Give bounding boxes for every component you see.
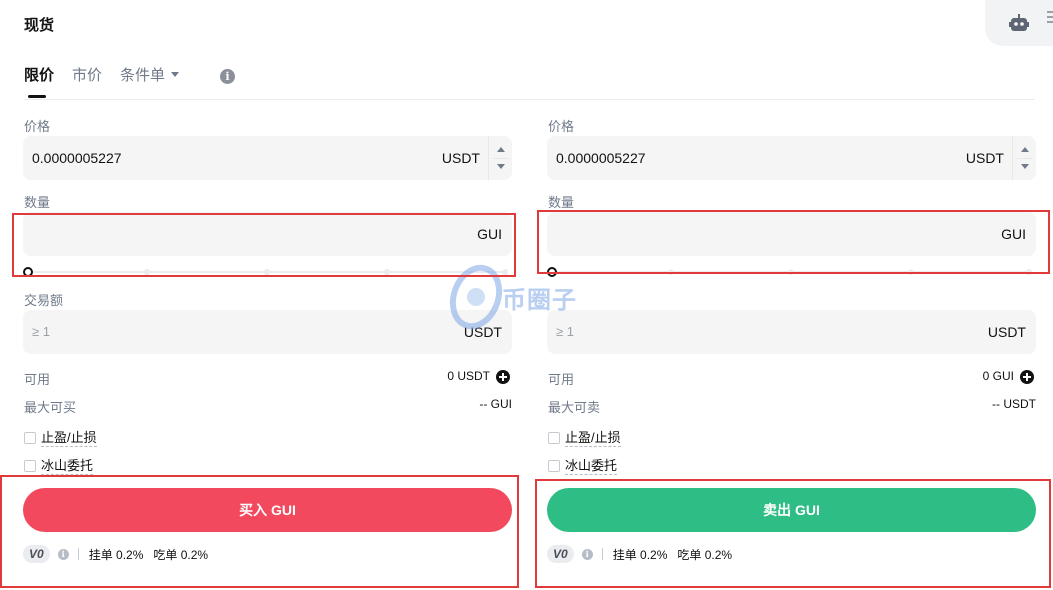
increment-arrow-icon[interactable]: [1021, 147, 1029, 152]
sell-total-placeholder: ≥ 1: [556, 324, 574, 339]
sell-max-row: 最大可卖 -- USDT: [547, 397, 1036, 415]
fee-divider: [601, 548, 603, 560]
buy-form: 价格 0.0000005227 USDT 数量 GUI 交易额 ≥ 1 USDT: [23, 100, 512, 590]
sell-form: 价格 0.0000005227 USDT 数量 GUI ≥ 1 USDT 可用 …: [547, 100, 1036, 590]
sell-amount-input[interactable]: GUI: [547, 212, 1036, 256]
buy-available-label: 可用: [24, 372, 51, 387]
buy-max-label: 最大可买: [24, 400, 77, 415]
vip-level-badge[interactable]: V0: [23, 545, 50, 563]
sell-price-input[interactable]: 0.0000005227 USDT: [547, 136, 1036, 180]
slider-mark-50[interactable]: [264, 269, 270, 275]
header-tools: [985, 0, 1053, 46]
buy-available-value: 0 USDT: [447, 369, 490, 383]
slider-mark-75[interactable]: [384, 269, 390, 275]
sell-price-label: 价格: [548, 119, 575, 134]
plus-circle-icon[interactable]: [496, 370, 510, 384]
buy-iceberg-option[interactable]: 冰山委托: [24, 457, 94, 475]
buy-tpsl-label: 止盈/止损: [41, 429, 97, 447]
buy-amount-unit: GUI: [477, 226, 502, 242]
slider-mark-50[interactable]: [788, 269, 794, 275]
sell-button[interactable]: 卖出 GUI: [547, 488, 1036, 532]
sell-total-input[interactable]: ≥ 1 USDT: [547, 310, 1036, 354]
panel-title: 现货: [24, 17, 55, 34]
buy-button[interactable]: 买入 GUI: [23, 488, 512, 532]
buy-tpsl-option[interactable]: 止盈/止损: [24, 429, 97, 447]
sell-available-value: 0 GUI: [982, 369, 1014, 383]
stepper-divider: [493, 158, 509, 159]
sell-available-label: 可用: [548, 372, 575, 387]
tab-conditional-label: 条件单: [120, 67, 166, 84]
buy-iceberg-label: 冰山委托: [41, 457, 94, 475]
buy-total-label: 交易额: [24, 293, 64, 308]
buy-iceberg-checkbox[interactable]: [24, 460, 36, 472]
info-icon[interactable]: i: [220, 69, 235, 84]
chevron-down-icon: [171, 72, 180, 77]
slider-handle[interactable]: [547, 267, 557, 277]
spot-trading-panel: 现货 限价 市价 条件单 i 价格 0.0000005227 USDT 数量 G…: [0, 0, 1053, 590]
buy-price-value: 0.0000005227: [32, 150, 122, 166]
buy-price-label: 价格: [24, 119, 51, 134]
sell-tpsl-option[interactable]: 止盈/止损: [548, 429, 621, 447]
sell-amount-label: 数量: [548, 195, 575, 210]
sell-amount-unit: GUI: [1001, 226, 1026, 242]
sell-amount-slider[interactable]: [547, 266, 1036, 278]
decrement-arrow-icon[interactable]: [1021, 164, 1029, 169]
slider-mark-25[interactable]: [668, 269, 674, 275]
stepper-divider: [1017, 158, 1033, 159]
tab-limit[interactable]: 限价: [24, 66, 54, 100]
sell-price-value: 0.0000005227: [556, 150, 646, 166]
tab-conditional[interactable]: 条件单: [120, 66, 180, 100]
panel-header: 现货: [0, 0, 1053, 48]
sell-tpsl-checkbox[interactable]: [548, 432, 560, 444]
active-tab-indicator: [28, 95, 46, 98]
buy-amount-slider[interactable]: [23, 266, 512, 278]
maker-fee: 挂单 0.2%: [88, 547, 144, 562]
buy-price-unit: USDT: [441, 150, 480, 166]
sell-max-value: -- USDT: [992, 397, 1036, 411]
plus-circle-icon[interactable]: [1020, 370, 1034, 384]
tab-market-label: 市价: [72, 67, 103, 84]
sell-fee-row: V0 i 挂单 0.2% 吃单 0.2%: [547, 544, 742, 564]
tab-limit-label: 限价: [24, 67, 55, 84]
buy-total-placeholder: ≥ 1: [32, 324, 50, 339]
slider-mark-25[interactable]: [144, 269, 150, 275]
fee-info-icon[interactable]: i: [57, 548, 69, 560]
sell-price-unit: USDT: [965, 150, 1004, 166]
buy-max-value: -- GUI: [479, 397, 512, 411]
slider-mark-75[interactable]: [908, 269, 914, 275]
increment-arrow-icon[interactable]: [497, 147, 505, 152]
sell-iceberg-option[interactable]: 冰山委托: [548, 457, 618, 475]
fee-info-icon[interactable]: i: [581, 548, 593, 560]
taker-fee: 吃单 0.2%: [153, 547, 209, 562]
tab-market[interactable]: 市价: [72, 66, 102, 100]
buy-price-stepper: [488, 136, 512, 180]
sell-available-row: 可用 0 GUI: [547, 369, 1036, 387]
taker-fee: 吃单 0.2%: [677, 547, 733, 562]
order-type-tabs: 限价 市价 条件单: [24, 66, 197, 100]
sell-max-label: 最大可卖: [548, 400, 601, 415]
slider-mark-100[interactable]: [502, 269, 508, 275]
slider-handle[interactable]: [23, 267, 33, 277]
buy-amount-label: 数量: [24, 195, 51, 210]
decrement-arrow-icon[interactable]: [497, 164, 505, 169]
buy-available-row: 可用 0 USDT: [23, 369, 512, 387]
buy-total-unit: USDT: [463, 324, 502, 340]
robot-icon[interactable]: [1009, 14, 1029, 32]
buy-total-input[interactable]: ≥ 1 USDT: [23, 310, 512, 354]
sell-iceberg-checkbox[interactable]: [548, 460, 560, 472]
sell-price-stepper: [1012, 136, 1036, 180]
sell-iceberg-label: 冰山委托: [565, 457, 618, 475]
buy-tpsl-checkbox[interactable]: [24, 432, 36, 444]
sell-tpsl-label: 止盈/止损: [565, 429, 621, 447]
sell-total-unit: USDT: [987, 324, 1026, 340]
slider-mark-100[interactable]: [1026, 269, 1032, 275]
menu-icon[interactable]: [1045, 10, 1053, 24]
vip-level-badge[interactable]: V0: [547, 545, 574, 563]
buy-fee-row: V0 i 挂单 0.2% 吃单 0.2%: [23, 544, 218, 564]
fee-divider: [77, 548, 79, 560]
buy-max-row: 最大可买 -- GUI: [23, 397, 512, 415]
buy-price-input[interactable]: 0.0000005227 USDT: [23, 136, 512, 180]
maker-fee: 挂单 0.2%: [612, 547, 668, 562]
buy-amount-input[interactable]: GUI: [23, 212, 512, 256]
